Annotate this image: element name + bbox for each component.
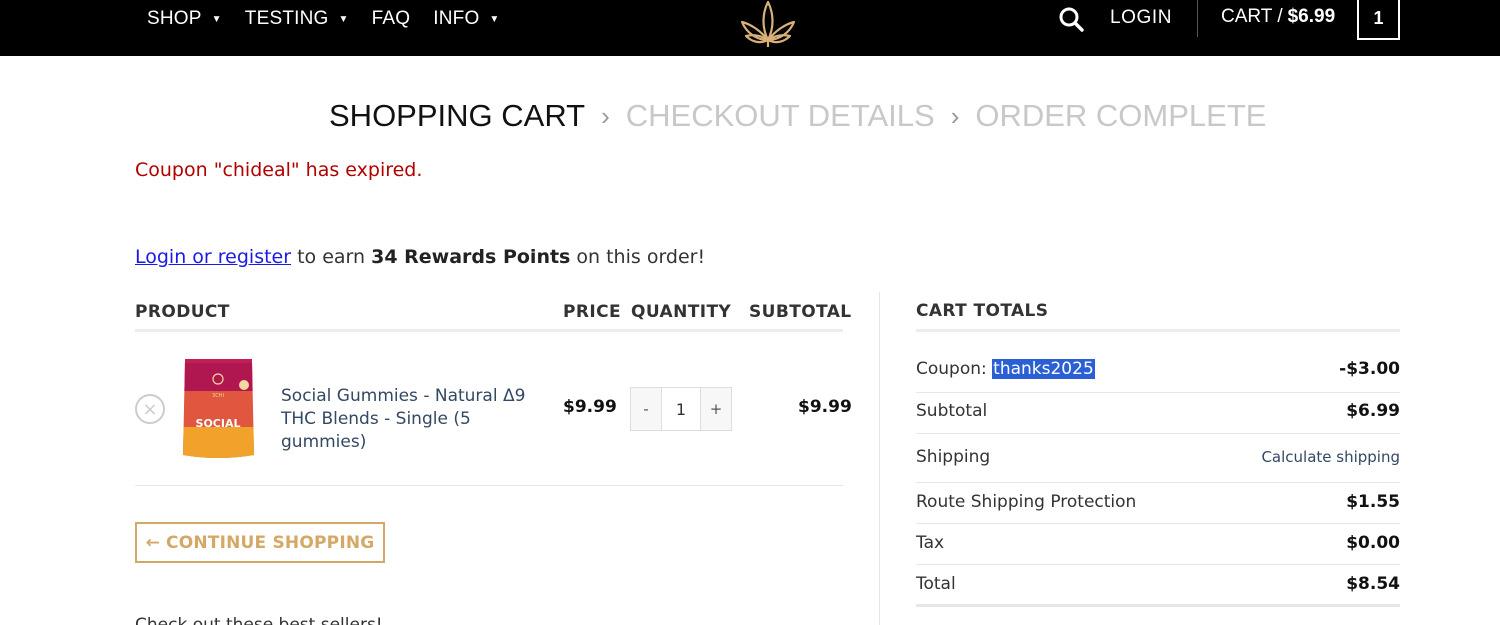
quantity-decrease-button[interactable]: - — [631, 388, 661, 430]
shipping-label: Shipping — [916, 447, 991, 467]
arrow-left-icon: ← — [145, 532, 161, 553]
tax-label: Tax — [916, 533, 945, 553]
table-row-divider — [135, 485, 843, 486]
leaf-logo-icon[interactable] — [738, 0, 798, 48]
totals-row-shipping: Shipping Calculate shipping — [916, 447, 1400, 467]
product-image-brand: 3CHI — [212, 393, 224, 399]
totals-row-coupon: Coupon: thanks2025 -$3.00 — [916, 359, 1400, 379]
totals-row-subtotal: Subtotal $6.99 — [916, 401, 1400, 421]
continue-shopping-button[interactable]: ← CONTINUE SHOPPING — [135, 522, 385, 563]
header-price: PRICE — [563, 302, 621, 322]
checkout-steps: SHOPPING CART › CHECKOUT DETAILS › ORDER… — [329, 98, 1266, 134]
header-subtotal: SUBTOTAL — [749, 302, 852, 322]
nav-shop-label: SHOP — [147, 8, 202, 29]
coupon-code: thanks2025 — [992, 359, 1095, 379]
subtotal-label: Subtotal — [916, 401, 988, 421]
total-label: Total — [916, 574, 956, 594]
coupon-amount: -$3.00 — [1339, 359, 1400, 379]
main-nav: SHOP ▼ TESTING ▼ FAQ INFO ▼ — [147, 0, 523, 38]
totals-divider — [916, 392, 1400, 393]
totals-header-divider — [916, 329, 1400, 332]
coupon-label: Coupon: — [916, 359, 987, 379]
nav-faq[interactable]: FAQ — [372, 8, 411, 30]
site-header: SHOP ▼ TESTING ▼ FAQ INFO ▼ LOGIN CART /… — [0, 0, 1500, 56]
rewards-post-text: on this order! — [576, 246, 706, 268]
header-product: PRODUCT — [135, 302, 230, 322]
totals-bottom-divider — [916, 604, 1400, 607]
cart-count-badge[interactable]: 1 — [1357, 0, 1400, 40]
table-header-divider — [135, 329, 843, 332]
product-name-link[interactable]: Social Gummies - Natural Δ9 THC Blends -… — [281, 385, 551, 454]
nav-testing[interactable]: TESTING ▼ — [245, 8, 349, 30]
cart-total: $6.99 — [1287, 6, 1336, 27]
caret-down-icon: ▼ — [489, 13, 500, 25]
cart-link[interactable]: CART / $6.99 — [1221, 6, 1335, 28]
quantity-input[interactable]: 1 — [661, 388, 701, 430]
total-amount: $8.54 — [1346, 574, 1400, 594]
protection-amount: $1.55 — [1346, 492, 1400, 512]
cart-label: CART / — [1221, 6, 1283, 27]
coupon-error-message: Coupon "chideal" has expired. — [135, 159, 423, 181]
quantity-stepper: - 1 + — [630, 387, 732, 431]
caret-down-icon: ▼ — [211, 13, 222, 25]
rewards-points: 34 Rewards Points — [371, 246, 571, 268]
totals-divider — [916, 523, 1400, 524]
subtotal-amount: $6.99 — [1346, 401, 1400, 421]
nav-info-label: INFO — [433, 8, 480, 29]
header-quantity: QUANTITY — [631, 302, 732, 322]
nav-shop[interactable]: SHOP ▼ — [147, 8, 222, 30]
chevron-right-icon: › — [950, 100, 960, 131]
login-link[interactable]: LOGIN — [1110, 7, 1172, 29]
nav-info[interactable]: INFO ▼ — [433, 8, 499, 30]
calculate-shipping-link[interactable]: Calculate shipping — [1261, 448, 1400, 466]
product-image-title: SOCIAL — [196, 417, 241, 430]
login-register-link[interactable]: Login or register — [135, 246, 291, 268]
chevron-right-icon: › — [601, 100, 610, 131]
nav-testing-label: TESTING — [244, 8, 329, 29]
protection-label: Route Shipping Protection — [916, 492, 1137, 512]
totals-row-tax: Tax $0.00 — [916, 533, 1400, 553]
coupon-row-label: Coupon: thanks2025 — [916, 359, 1095, 379]
continue-shopping-label: CONTINUE SHOPPING — [166, 532, 375, 553]
item-price: $9.99 — [563, 397, 617, 417]
best-sellers-heading: Check out these best sellers! — [135, 615, 383, 625]
caret-down-icon: ▼ — [338, 13, 349, 25]
column-divider — [879, 292, 880, 625]
rewards-notice: Login or register to earn 34 Rewards Poi… — [135, 246, 705, 268]
header-divider — [1197, 0, 1198, 37]
step-order-complete: ORDER COMPLETE — [975, 98, 1267, 133]
search-icon[interactable] — [1058, 6, 1084, 32]
tax-amount: $0.00 — [1346, 533, 1400, 553]
product-image[interactable]: 3CHI SOCIAL — [181, 357, 256, 460]
rewards-pre-text: to earn — [297, 246, 366, 268]
totals-divider — [916, 482, 1400, 483]
step-shopping-cart[interactable]: SHOPPING CART — [329, 98, 585, 134]
nav-faq-label: FAQ — [371, 8, 411, 29]
totals-row-protection: Route Shipping Protection $1.55 — [916, 492, 1400, 512]
remove-item-icon[interactable]: × — [135, 394, 165, 424]
item-subtotal: $9.99 — [798, 397, 852, 417]
totals-divider — [916, 433, 1400, 434]
totals-divider — [916, 564, 1400, 565]
totals-row-total: Total $8.54 — [916, 574, 1400, 594]
step-checkout-details[interactable]: CHECKOUT DETAILS — [626, 98, 935, 134]
cart-totals-title: CART TOTALS — [916, 301, 1049, 321]
quantity-increase-button[interactable]: + — [701, 388, 731, 430]
